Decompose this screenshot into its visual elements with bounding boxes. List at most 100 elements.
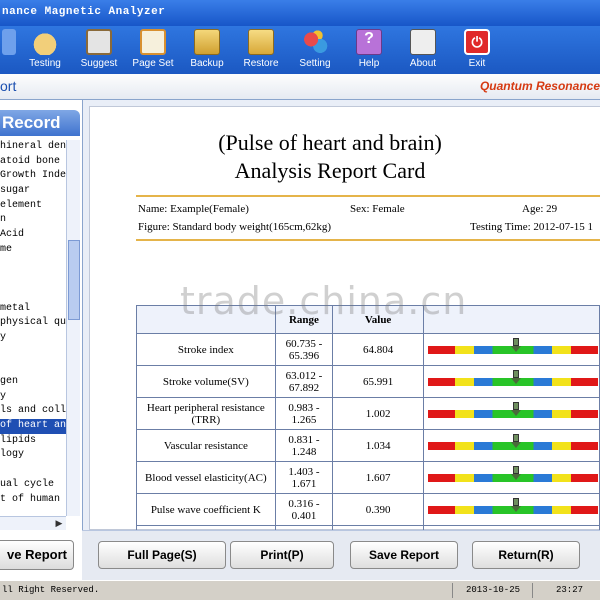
- toolbar-help-button[interactable]: ? Help: [342, 26, 396, 74]
- toolbar-setting-button[interactable]: Setting: [288, 26, 342, 74]
- toolbar-suggest-button[interactable]: Suggest: [72, 26, 126, 74]
- hand-icon: [32, 29, 58, 55]
- row-item-name: Pulse wave coefficient K: [136, 493, 276, 526]
- row-range: 1.403 - 1.671: [274, 461, 334, 494]
- backup-icon: [194, 29, 220, 55]
- table-row: Vascular resistance 0.831 - 1.248 1.034: [136, 429, 600, 462]
- record-list-item[interactable]: y: [0, 331, 66, 346]
- ghost-icon: [2, 29, 16, 55]
- record-list-item[interactable]: y: [0, 390, 66, 405]
- record-list-item[interactable]: [0, 287, 66, 302]
- report-title-line1: (Pulse of heart and brain): [218, 130, 442, 155]
- save-report-button[interactable]: Save Report: [350, 541, 458, 569]
- row-result-gauge: [422, 365, 600, 398]
- main-toolbar: Testing Suggest Page Set Backup Restore …: [0, 26, 600, 74]
- record-list-item[interactable]: ls and coll: [0, 404, 66, 419]
- record-list-item[interactable]: Acid: [0, 228, 66, 243]
- toolbar-item-0[interactable]: [0, 26, 18, 74]
- record-list-item[interactable]: of heart an: [0, 419, 66, 434]
- row-range: 0.983 - 1.265: [274, 397, 334, 430]
- report-title-line2: Analysis Report Card: [234, 158, 426, 183]
- toolbar-page-set-button[interactable]: Page Set: [126, 26, 180, 74]
- clipboard-icon: [86, 29, 112, 55]
- save-report-side-button[interactable]: ve Report: [0, 540, 74, 570]
- scroll-thumb[interactable]: [68, 240, 80, 320]
- record-list-item[interactable]: sugar: [0, 184, 66, 199]
- record-list-item[interactable]: me: [0, 243, 66, 258]
- exit-power-icon: ⏻: [464, 29, 490, 55]
- table-row: Stroke index 60.735 - 65.396 64.804: [136, 333, 600, 366]
- toolbar-about-label: About: [409, 58, 437, 69]
- toolbar-page-set-label: Page Set: [132, 58, 174, 69]
- gauge-marker-icon: [511, 337, 522, 352]
- gauge-marker-icon: [511, 465, 522, 480]
- section-title: ort: [0, 78, 17, 94]
- record-list-item[interactable]: ual cycle: [0, 478, 66, 493]
- record-list-item[interactable]: n: [0, 213, 66, 228]
- status-bar: ll Right Reserved. 2013-10-25 23:27: [0, 580, 600, 600]
- record-list-item[interactable]: [0, 258, 66, 273]
- table-row: Blood vessel elasticity(AC) 1.403 - 1.671…: [136, 461, 600, 494]
- gauge-marker-icon: [511, 497, 522, 512]
- row-item-name: Stroke index: [136, 333, 276, 366]
- toolbar-suggest-label: Suggest: [80, 58, 118, 69]
- toolbar-exit-label: Exit: [468, 58, 486, 69]
- toolbar-backup-button[interactable]: Backup: [180, 26, 234, 74]
- record-list-item[interactable]: Growth Index: [0, 169, 66, 184]
- patient-age: Age: 29: [522, 203, 558, 215]
- report-button-bar: Full Page(S) Print(P) Save Report Return…: [82, 530, 600, 580]
- record-list-vscrollbar[interactable]: [66, 140, 80, 516]
- toolbar-help-label: Help: [358, 58, 380, 69]
- record-list-item[interactable]: gen: [0, 375, 66, 390]
- row-value: 1.034: [332, 429, 424, 462]
- gauge-marker-icon: [511, 433, 522, 448]
- scroll-right-icon[interactable]: ▶: [53, 518, 65, 529]
- toolbar-restore-button[interactable]: Restore: [234, 26, 288, 74]
- record-list-item[interactable]: atoid bone d: [0, 155, 66, 170]
- record-list-hscrollbar[interactable]: ▶: [0, 516, 66, 530]
- record-list-item[interactable]: [0, 463, 66, 478]
- print-button[interactable]: Print(P): [230, 541, 334, 569]
- toolbar-backup-label: Backup: [190, 58, 224, 69]
- row-result-gauge: [422, 461, 600, 494]
- row-result-gauge: [422, 333, 600, 366]
- record-list-item[interactable]: [0, 360, 66, 375]
- row-range: 0.831 - 1.248: [274, 429, 334, 462]
- gauge-bar: [427, 433, 598, 450]
- status-copyright: ll Right Reserved.: [2, 585, 100, 595]
- record-list-item[interactable]: logy: [0, 448, 66, 463]
- record-list-item[interactable]: [0, 272, 66, 287]
- toolbar-about-button[interactable]: About: [396, 26, 450, 74]
- record-list-item[interactable]: [0, 346, 66, 361]
- record-list-item[interactable]: hineral dens: [0, 140, 66, 155]
- toolbar-testing-button[interactable]: Testing: [18, 26, 72, 74]
- full-page-button[interactable]: Full Page(S): [98, 541, 226, 569]
- gauge-bar: [427, 369, 598, 386]
- row-result-gauge: [422, 493, 600, 526]
- return-button[interactable]: Return(R): [472, 541, 580, 569]
- brand-label: Quantum Resonance: [479, 79, 600, 93]
- record-list-item[interactable]: metal: [0, 302, 66, 317]
- gauge-bar: [427, 337, 598, 354]
- table-row: Pulse wave coefficient K 0.316 - 0.401 0.3…: [136, 493, 600, 526]
- record-list-item[interactable]: lipids: [0, 434, 66, 449]
- row-value: 1.002: [332, 397, 424, 430]
- record-list-item[interactable]: physical qu: [0, 316, 66, 331]
- watermark: trade.china.cn: [180, 279, 468, 323]
- record-list-item[interactable]: element: [0, 199, 66, 214]
- row-value: 0.390: [332, 493, 424, 526]
- gears-icon: [302, 29, 328, 55]
- gauge-marker-icon: [511, 369, 522, 384]
- gauge-marker-icon: [511, 401, 522, 416]
- row-result-gauge: [422, 397, 600, 430]
- row-range: 63.012 - 67.892: [274, 365, 334, 398]
- record-list[interactable]: hineral dens atoid bone d Growth Index sug…: [0, 140, 66, 510]
- record-list-item[interactable]: t of human: [0, 493, 66, 508]
- gauge-bar: [427, 401, 598, 418]
- status-divider: [532, 583, 533, 598]
- toolbar-setting-label: Setting: [299, 58, 331, 69]
- report-title: (Pulse of heart and brain) Analysis Repo…: [90, 129, 570, 185]
- window-title: nance Magnetic Analyzer: [2, 6, 166, 18]
- window-title-bar: nance Magnetic Analyzer: [0, 0, 600, 26]
- toolbar-exit-button[interactable]: ⏻ Exit: [450, 26, 504, 74]
